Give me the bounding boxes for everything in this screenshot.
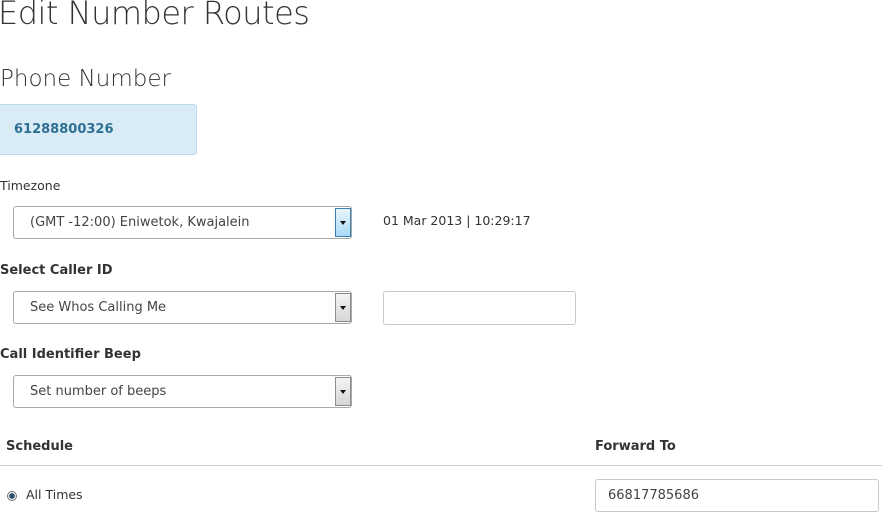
beep-label: Call Identifier Beep — [0, 347, 141, 362]
forward-to-header: Forward To — [595, 439, 676, 454]
caller-id-label: Select Caller ID — [0, 263, 113, 278]
forward-to-value: 66817785686 — [608, 488, 699, 503]
schedule-header: Schedule — [6, 439, 73, 454]
page-title: Edit Number Routes — [0, 0, 310, 32]
forward-to-input[interactable]: 66817785686 — [595, 479, 879, 512]
timezone-label: Timezone — [0, 178, 61, 193]
caller-id-input[interactable] — [383, 291, 576, 325]
phone-number-heading: Phone Number — [0, 66, 171, 92]
beep-select-value: Set number of beeps — [30, 384, 167, 399]
chevron-down-icon[interactable] — [335, 377, 351, 406]
chevron-down-icon[interactable] — [335, 208, 351, 237]
phone-number-value: 61288800326 — [14, 122, 114, 137]
timezone-select-value: (GMT -12:00) Eniwetok, Kwajalein — [30, 215, 250, 230]
caller-id-select-value: See Whos Calling Me — [30, 300, 167, 315]
timezone-select[interactable]: (GMT -12:00) Eniwetok, Kwajalein — [13, 206, 352, 239]
phone-number-box: 61288800326 — [0, 104, 197, 155]
caller-id-select[interactable]: See Whos Calling Me — [13, 291, 352, 324]
schedule-all-times: All Times — [26, 487, 83, 502]
beep-select[interactable]: Set number of beeps — [13, 375, 352, 408]
current-datetime: 01 Mar 2013 | 10:29:17 — [383, 213, 531, 228]
radio-icon[interactable] — [7, 491, 17, 501]
chevron-down-icon[interactable] — [335, 293, 351, 322]
table-divider — [0, 465, 882, 466]
